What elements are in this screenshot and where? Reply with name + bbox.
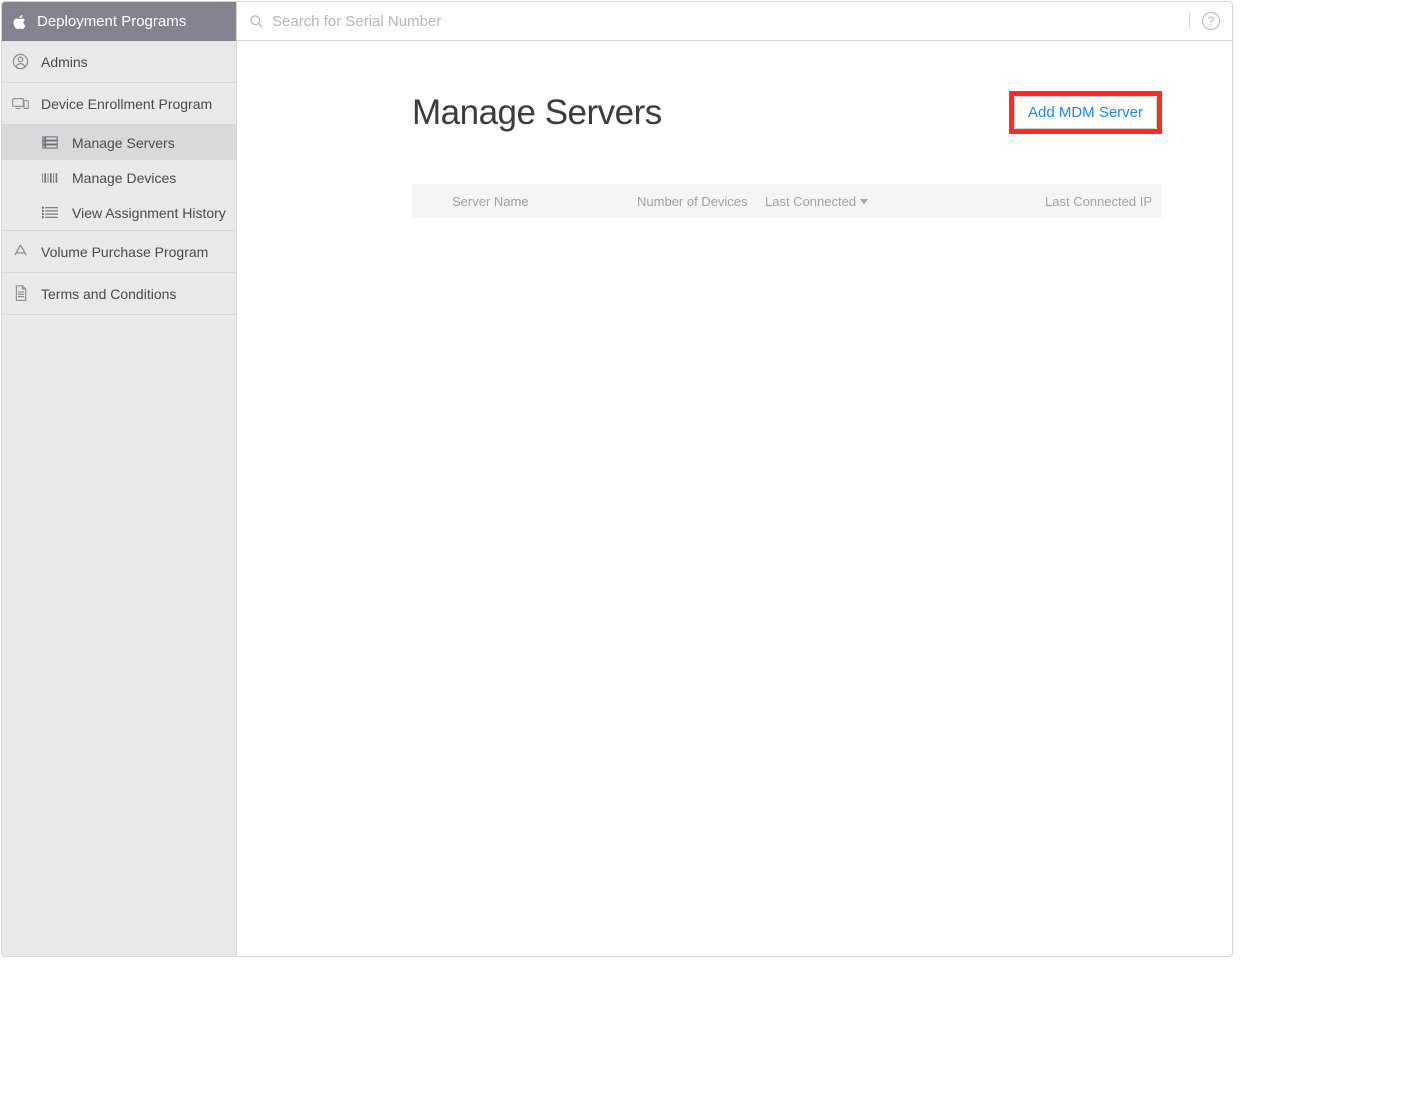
list-icon [42,205,58,221]
content: Manage Servers Add MDM Server Server Nam… [237,41,1232,956]
add-mdm-server-highlight: Add MDM Server [1009,91,1162,134]
top-bar: ? [237,2,1232,41]
server-table-header: Server Name Number of Devices Last Conne… [412,184,1162,218]
col-header-server-name[interactable]: Server Name [422,194,637,209]
barcode-icon [42,170,58,186]
sidebar-subitem-label: Manage Devices [72,170,176,186]
servers-icon [42,135,58,151]
sidebar: Deployment Programs Admins Device Enroll… [2,2,237,956]
document-icon [12,285,29,302]
col-header-num-devices[interactable]: Number of Devices [637,194,765,209]
page-title: Manage Servers [412,93,662,133]
sidebar-subitem-manage-devices[interactable]: Manage Devices [2,160,236,195]
page-header: Manage Servers Add MDM Server [412,91,1162,134]
sidebar-item-vpp[interactable]: Volume Purchase Program [2,231,236,273]
app-store-icon [12,243,29,260]
col-header-last-connected[interactable]: Last Connected [765,194,915,209]
search-input[interactable] [272,13,1173,30]
search-icon [249,14,264,29]
main-area: ? Manage Servers Add MDM Server Server N… [237,2,1232,956]
sidebar-item-admins[interactable]: Admins [2,41,236,83]
sidebar-title: Deployment Programs [37,13,186,30]
sidebar-subitem-label: Manage Servers [72,135,175,151]
col-header-last-ip[interactable]: Last Connected IP [915,194,1152,209]
apple-logo-icon [12,13,27,31]
add-mdm-server-button[interactable]: Add MDM Server [1014,96,1157,129]
sidebar-subitem-manage-servers[interactable]: Manage Servers [2,125,236,160]
sidebar-item-terms[interactable]: Terms and Conditions [2,273,236,315]
help-icon[interactable]: ? [1202,12,1220,30]
sidebar-subitem-label: View Assignment History [72,205,226,221]
topbar-divider [1189,13,1190,29]
sidebar-item-dep[interactable]: Device Enrollment Program [2,83,236,125]
admins-icon [12,53,29,70]
sidebar-item-label: Terms and Conditions [41,286,176,302]
sidebar-subitem-assignment-history[interactable]: View Assignment History [2,195,236,230]
app-container: Deployment Programs Admins Device Enroll… [1,1,1233,957]
sort-caret-down-icon [860,199,868,204]
sidebar-item-label: Device Enrollment Program [41,96,212,112]
sidebar-item-label: Volume Purchase Program [41,244,208,260]
devices-icon [12,95,29,112]
dep-subsection: Manage Servers Manage Devices View Assig… [2,125,236,231]
sidebar-header: Deployment Programs [2,2,236,41]
sidebar-item-label: Admins [41,54,88,70]
col-header-last-connected-label: Last Connected [765,194,856,209]
